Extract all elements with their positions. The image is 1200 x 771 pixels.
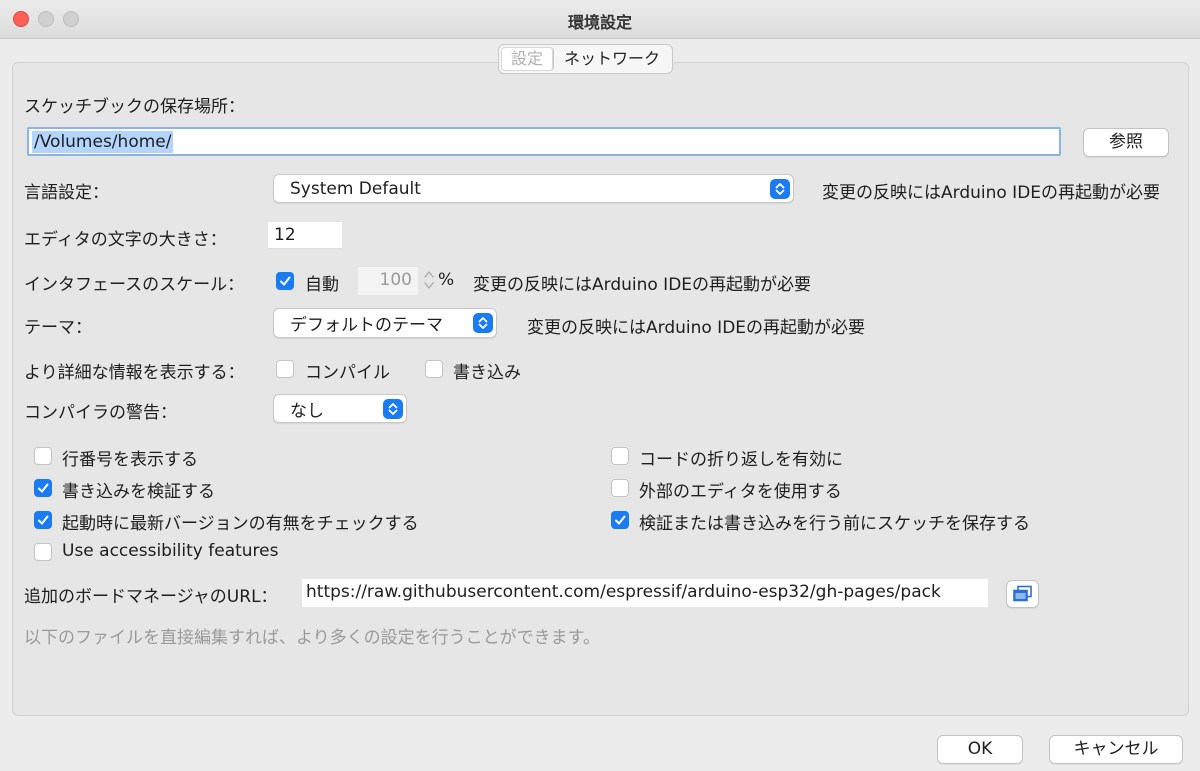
scale-percent-value: 100 [379,270,412,290]
theme-restart-note: 変更の反映にはArduino IDEの再起動が必要 [527,318,866,338]
window-title: 環境設定 [567,13,632,32]
verbose-upload-checkbox[interactable] [425,360,443,378]
accessibility-checkbox[interactable] [34,543,52,561]
checkmark-icon [615,515,626,525]
scale-auto-label: 自動 [305,275,339,295]
font-size-input[interactable]: 12 [268,222,342,249]
language-select[interactable]: System Default [273,174,794,203]
external-editor-checkbox[interactable] [611,479,629,497]
check-updates-checkbox[interactable] [34,511,52,529]
scale-label: インタフェースのスケール： [24,275,245,295]
checkmark-icon [280,276,291,286]
show-line-numbers-label: 行番号を表示する [62,450,198,470]
chevron-updown-icon [770,178,790,199]
title-bar: 環境設定 [0,0,1200,39]
checkmark-icon [38,515,49,525]
language-restart-note: 変更の反映にはArduino IDEの再起動が必要 [822,183,1161,203]
browse-button[interactable]: 参照 [1083,128,1169,157]
save-before-verify-checkbox[interactable] [611,511,629,529]
scale-restart-note: 変更の反映にはArduino IDEの再起動が必要 [473,275,812,295]
chevron-updown-icon [383,398,403,419]
chevron-updown-icon [473,313,493,333]
checkmark-icon [38,483,49,493]
accessibility-label: Use accessibility features [62,541,279,561]
ok-button[interactable]: OK [937,735,1023,764]
save-before-verify-label: 検証または書き込みを行う前にスケッチを保存する [639,514,1030,534]
language-label: 言語設定： [24,183,109,203]
language-select-value: System Default [290,178,421,199]
settings-panel [12,62,1189,716]
more-preferences-note: 以下のファイルを直接編集すれば、より多くの設定を行うことができます。 [24,628,600,648]
external-editor-label: 外部のエディタを使用する [639,482,842,502]
scale-percent-unit: % [438,270,455,290]
theme-select-value: デフォルトのテーマ [290,315,443,336]
code-folding-label: コードの折り返しを有効に [639,450,843,470]
compiler-warnings-select[interactable]: なし [273,394,407,423]
sketchbook-label: スケッチブックの保存場所： [24,97,245,117]
tab-bar: 設定 ネットワーク [498,44,674,74]
window-stack-icon [1013,585,1032,602]
tab-network[interactable]: ネットワーク [556,45,672,73]
boards-url-value: https://raw.githubusercontent.com/espres… [306,582,941,602]
scale-stepper[interactable] [422,268,436,292]
scale-auto-checkbox[interactable] [276,272,294,290]
boards-url-input[interactable]: https://raw.githubusercontent.com/espres… [302,579,988,607]
verbose-compile-label: コンパイル [305,363,390,383]
sketchbook-path-field[interactable]: /Volumes/home/ [27,127,1061,156]
sketchbook-path-value: /Volumes/home/ [32,131,174,153]
theme-select[interactable]: デフォルトのテーマ [273,308,497,338]
boards-url-label: 追加のボードマネージャのURL： [24,587,278,607]
verbose-compile-checkbox[interactable] [276,360,294,378]
verify-upload-label: 書き込みを検証する [62,482,215,502]
scale-percent-input[interactable]: 100 [358,267,418,295]
verify-upload-checkbox[interactable] [34,479,52,497]
show-line-numbers-checkbox[interactable] [34,447,52,465]
check-updates-label: 起動時に最新バージョンの有無をチェックする [62,514,419,534]
stepper-arrows-icon [424,271,434,289]
font-size-value: 12 [274,225,296,245]
tab-settings[interactable]: 設定 [501,47,555,71]
theme-label: テーマ： [24,318,92,338]
verbose-label: より詳細な情報を表示する： [24,363,245,383]
font-size-label: エディタの文字の大きさ： [24,230,227,250]
compiler-warnings-label: コンパイラの警告： [24,403,177,423]
cancel-button[interactable]: キャンセル [1049,735,1183,764]
compiler-warnings-value: なし [290,401,324,421]
verbose-upload-label: 書き込み [453,363,521,383]
open-url-list-button[interactable] [1006,580,1039,608]
code-folding-checkbox[interactable] [611,447,629,465]
